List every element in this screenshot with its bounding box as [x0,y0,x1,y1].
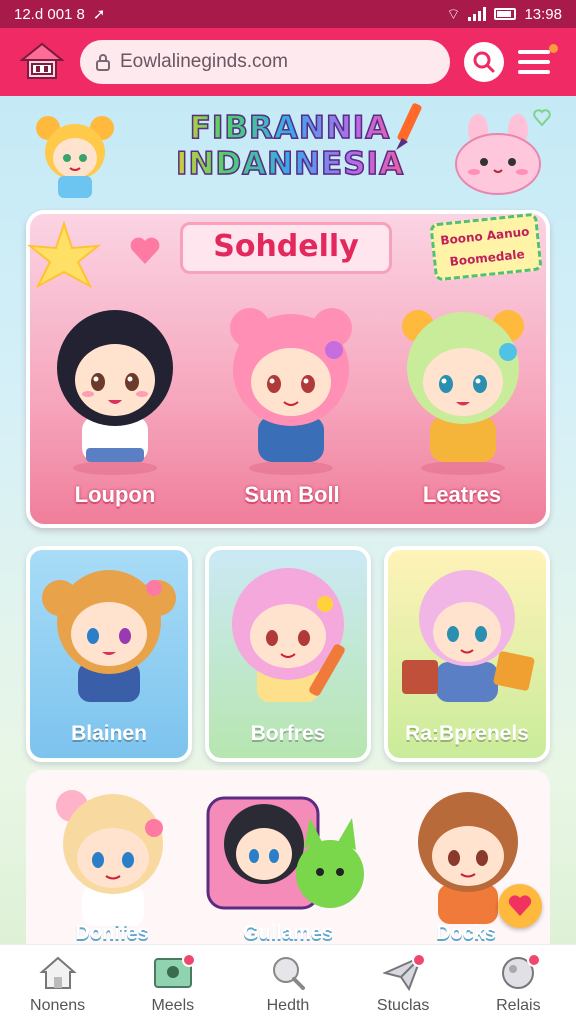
character-card-name: Donifes [75,922,149,944]
home-logo-button[interactable] [18,38,66,86]
status-time-left: 12.d 001 8 [14,5,85,23]
search-icon [473,51,495,73]
sun-sticker-icon [26,220,102,289]
character-card[interactable]: Borfres [205,546,371,762]
featured-character-1[interactable] [40,298,190,476]
character-portrait-icon[interactable] [48,782,178,932]
character-portrait-icon [57,310,173,475]
nav-item-stuclas[interactable]: Stuclas [348,952,458,1015]
nav-item-hedth[interactable]: Hedth [233,955,343,1015]
notification-dot [181,952,196,967]
nav-label: Nonens [30,996,86,1014]
nav-label: Stuclas [376,996,430,1014]
character-portrait-icon [402,570,535,702]
menu-line [518,70,550,74]
character-portrait-icon [402,310,524,475]
location-arrow-icon: ➚ [92,6,106,23]
nav-label: Meels [151,996,195,1014]
mascot-girl-icon [36,116,114,198]
character-card[interactable]: Blainen [26,546,192,762]
notification-dot [412,952,427,967]
pencil-icon [396,103,422,150]
menu-button[interactable] [518,42,558,82]
featured-character-3[interactable] [388,298,538,476]
bottom-nav: Nonens Meels Hedth Stuclas Relais [0,944,576,1024]
featured-panel: Sohdelly Boono Aanuo Boomedale Loupon Su… [26,210,550,528]
banner: FIBRANNIA INDANNESIA [0,96,576,206]
notification-dot [527,952,542,967]
character-card-name: Gullames [242,922,334,944]
signal-icon [468,7,487,21]
status-time-right: 13:98 [524,5,562,23]
house-logo-icon [20,42,64,79]
heart-icon [508,895,532,916]
search-button[interactable] [464,42,504,82]
menu-line [518,60,550,64]
house-icon [38,956,77,989]
character-card-name: Borfres [250,722,326,745]
character-portrait-icon [232,568,345,702]
wifi-icon: ⌔ [446,5,461,23]
character-card[interactable]: Ra:Bprenels [384,546,550,762]
magnifier-icon [272,956,305,990]
featured-character-name: Loupon [74,482,156,507]
app-header: Eowlalineginds.com [0,28,576,96]
character-portrait-icon [230,308,352,475]
notification-dot [549,44,558,53]
featured-character-2[interactable] [216,298,366,476]
site-logo-title: FIBRANNIA INDANNESIA [160,109,420,183]
heart-icon [130,237,160,264]
character-card-name: Blainen [71,722,147,745]
nav-item-relais[interactable]: Relais [463,952,573,1015]
featured-character-name: Sum Boll [244,482,340,507]
menu-line [518,50,550,54]
character-portrait-icon [42,570,176,702]
status-bar: 12.d 001 8 ➚ ⌔ 13:98 [0,0,576,28]
lock-icon [96,54,110,71]
character-card-name: Ra:Bprenels [405,722,529,745]
title-line-2: INDANNESIA [175,145,405,183]
featured-character-name: Leatres [422,482,502,507]
featured-title: Sohdelly [180,222,392,274]
nav-item-meels[interactable]: Meels [118,952,228,1015]
battery-icon [494,8,517,20]
favorite-button[interactable] [498,884,542,928]
promo-badge[interactable]: Boono Aanuo Boomedale [429,212,543,282]
address-text: Eowlalineginds.com [120,51,288,72]
nav-label: Relais [496,996,541,1014]
heart-sparkle-icon [533,109,551,127]
address-bar[interactable]: Eowlalineginds.com [80,40,450,84]
nav-item-home[interactable]: Nonens [3,955,113,1015]
nav-label: Hedth [266,996,310,1014]
title-line-1: FIBRANNIA [189,109,391,147]
character-pair-portrait-icon[interactable] [204,788,374,928]
